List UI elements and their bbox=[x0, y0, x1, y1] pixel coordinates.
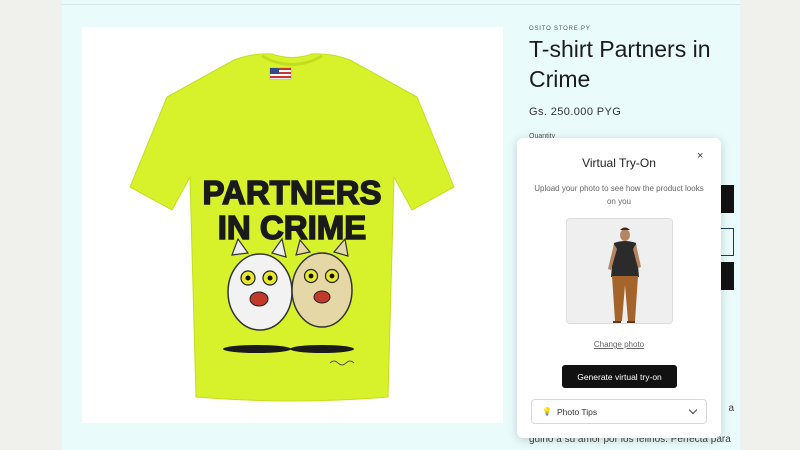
product-image[interactable]: PARTNERS IN CRIME bbox=[82, 27, 503, 423]
modal-subtitle: Upload your photo to see how the product… bbox=[534, 184, 704, 206]
change-photo-link[interactable]: Change photo bbox=[517, 340, 721, 349]
generate-try-on-button[interactable]: Generate virtual try-on bbox=[562, 365, 677, 388]
vendor-label: OSITO STORE PY bbox=[529, 26, 591, 32]
print-line-1: PARTNERS bbox=[202, 174, 381, 211]
product-price: Gs. 250.000 PYG bbox=[529, 106, 622, 118]
modal-title: Virtual Try-On bbox=[582, 156, 656, 170]
close-icon[interactable]: × bbox=[697, 150, 703, 162]
header-divider bbox=[62, 4, 740, 5]
uploaded-photo bbox=[566, 218, 673, 324]
virtual-try-on-modal: Virtual Try-On × Upload your photo to se… bbox=[517, 138, 721, 438]
chevron-down-icon bbox=[688, 405, 698, 414]
lightbulb-icon: 💡 bbox=[542, 407, 552, 416]
photo-tips-label: Photo Tips bbox=[556, 406, 598, 417]
product-title: T-shirt Partners in Crime bbox=[529, 36, 711, 92]
tshirt-illustration: PARTNERS IN CRIME bbox=[129, 53, 455, 402]
person-photo bbox=[567, 219, 672, 323]
photo-tips-dropdown[interactable]: 💡 Photo Tips bbox=[531, 399, 707, 424]
